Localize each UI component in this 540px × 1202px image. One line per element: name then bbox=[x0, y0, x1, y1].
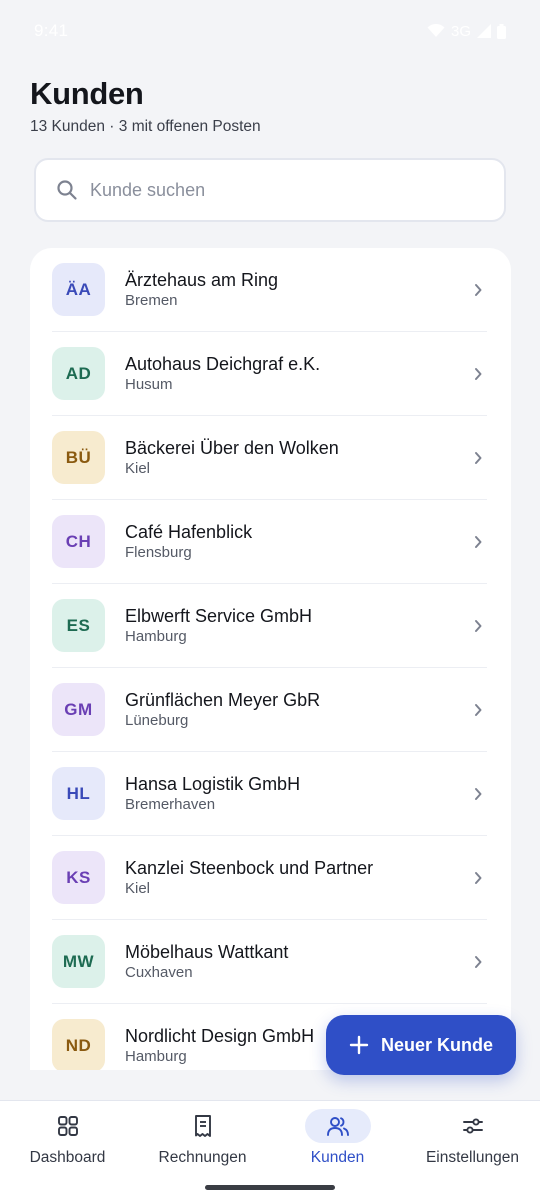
customer-text: Elbwerft Service GmbH Hamburg bbox=[125, 605, 312, 647]
receipt-icon bbox=[194, 1115, 211, 1137]
nav-label-kunden: Kunden bbox=[310, 1149, 365, 1166]
users-icon bbox=[326, 1117, 349, 1136]
nav-label-rechnungen: Rechnungen bbox=[158, 1149, 247, 1166]
plus-icon bbox=[349, 1035, 369, 1055]
customer-text: Möbelhaus Wattkant Cuxhaven bbox=[125, 941, 288, 983]
chevron-right-icon bbox=[475, 704, 482, 716]
status-bar: 9:41 3G bbox=[0, 0, 540, 62]
customer-city: Cuxhaven bbox=[125, 963, 193, 981]
customer-avatar: BÜ bbox=[52, 431, 105, 484]
chevron-right-icon bbox=[475, 452, 482, 464]
customer-avatar: GM bbox=[52, 683, 105, 736]
customer-name: Café Hafenblick bbox=[125, 521, 253, 542]
customer-city: Lüneburg bbox=[125, 711, 189, 729]
nav-pill bbox=[440, 1109, 506, 1143]
nav-pill-active bbox=[304, 1109, 371, 1143]
nav-label-einstellungen: Einstellungen bbox=[425, 1149, 520, 1166]
customer-avatar: KS bbox=[52, 851, 105, 904]
customer-city: Bremen bbox=[125, 291, 178, 309]
status-time: 9:41 bbox=[34, 21, 69, 40]
customer-text: Bäckerei Über den Wolken Kiel bbox=[125, 437, 339, 479]
chevron-right-icon bbox=[475, 368, 482, 380]
customer-avatar: ND bbox=[52, 1019, 105, 1070]
chevron-right-icon bbox=[475, 872, 482, 884]
wifi-icon bbox=[427, 24, 445, 37]
page-title: Kunden bbox=[30, 76, 144, 111]
nav-label-dashboard: Dashboard bbox=[29, 1149, 106, 1166]
customer-row[interactable]: ÄA Ärztehaus am Ring Bremen bbox=[52, 248, 487, 332]
customer-row[interactable]: AD Autohaus Deichgraf e.K. Husum bbox=[52, 332, 487, 416]
customer-avatar: ES bbox=[52, 599, 105, 652]
customer-text: Café Hafenblick Flensburg bbox=[125, 521, 252, 563]
customer-text: Ärztehaus am Ring Bremen bbox=[125, 269, 278, 311]
nav-pill bbox=[170, 1109, 236, 1143]
nav-item-einstellungen[interactable]: Einstellungen bbox=[405, 1101, 540, 1181]
page-subtitle: 13 Kunden · 3 mit offenen Posten bbox=[30, 118, 261, 135]
nav-item-kunden[interactable]: Kunden bbox=[270, 1101, 405, 1181]
signal-icon bbox=[477, 24, 491, 38]
customer-avatar: HL bbox=[52, 767, 105, 820]
home-indicator bbox=[205, 1185, 335, 1190]
new-customer-label: Neuer Kunde bbox=[380, 1034, 494, 1055]
status-icons: 3G bbox=[427, 23, 506, 40]
customer-avatar: MW bbox=[52, 935, 105, 988]
nav-pill bbox=[35, 1109, 101, 1143]
customer-name: Nordlicht Design GmbH bbox=[125, 1025, 315, 1046]
customer-text: Autohaus Deichgraf e.K. Husum bbox=[125, 353, 320, 395]
customer-text: Nordlicht Design GmbH Hamburg bbox=[125, 1025, 314, 1067]
search-input[interactable] bbox=[90, 179, 470, 201]
customer-name: Elbwerft Service GmbH bbox=[125, 605, 313, 626]
customer-city: Kiel bbox=[125, 879, 151, 897]
nav-item-dashboard[interactable]: Dashboard bbox=[0, 1101, 135, 1181]
search-box[interactable] bbox=[34, 158, 506, 222]
customer-name: Ärztehaus am Ring bbox=[125, 269, 279, 290]
customer-row[interactable]: ES Elbwerft Service GmbH Hamburg bbox=[52, 584, 487, 668]
customer-city: Flensburg bbox=[125, 543, 192, 561]
customer-avatar: AD bbox=[52, 347, 105, 400]
grid-icon bbox=[57, 1116, 78, 1136]
customer-text: Grünflächen Meyer GbR Lüneburg bbox=[125, 689, 320, 731]
customer-name: Kanzlei Steenbock und Partner bbox=[125, 857, 374, 878]
customer-name: Hansa Logistik GmbH bbox=[125, 773, 301, 794]
customer-name: Autohaus Deichgraf e.K. bbox=[125, 353, 321, 374]
customer-text: Hansa Logistik GmbH Bremerhaven bbox=[125, 773, 300, 815]
chevron-right-icon bbox=[475, 620, 482, 632]
customer-row[interactable]: MW Möbelhaus Wattkant Cuxhaven bbox=[52, 920, 487, 1004]
customer-city: Kiel bbox=[125, 459, 151, 477]
customer-name: Möbelhaus Wattkant bbox=[125, 941, 289, 962]
customer-row[interactable]: KS Kanzlei Steenbock und Partner Kiel bbox=[52, 836, 487, 920]
page-header: Kunden 13 Kunden · 3 mit offenen Posten bbox=[30, 76, 261, 136]
customer-avatar: CH bbox=[52, 515, 105, 568]
chevron-right-icon bbox=[475, 536, 482, 548]
customer-row[interactable]: CH Café Hafenblick Flensburg bbox=[52, 500, 487, 584]
customer-name: Bäckerei Über den Wolken bbox=[125, 437, 339, 458]
customer-city: Hamburg bbox=[125, 627, 187, 645]
customer-city: Husum bbox=[125, 375, 173, 393]
customer-text: Kanzlei Steenbock und Partner Kiel bbox=[125, 857, 373, 899]
chevron-right-icon bbox=[475, 284, 482, 296]
customer-row[interactable]: GM Grünflächen Meyer GbR Lüneburg bbox=[52, 668, 487, 752]
sliders-icon bbox=[462, 1118, 483, 1134]
network-type: 3G bbox=[450, 22, 471, 40]
customer-row[interactable]: HL Hansa Logistik GmbH Bremerhaven bbox=[52, 752, 487, 836]
customer-name: Grünflächen Meyer GbR bbox=[125, 689, 321, 710]
search-icon bbox=[57, 180, 77, 200]
customer-city: Hamburg bbox=[125, 1047, 187, 1065]
battery-icon bbox=[497, 23, 506, 39]
new-customer-button[interactable]: Neuer Kunde bbox=[326, 1015, 516, 1075]
customer-list: ÄA Ärztehaus am Ring Bremen AD Autohaus Deic… bbox=[30, 248, 511, 1070]
chevron-right-icon bbox=[475, 956, 482, 968]
customer-avatar: ÄA bbox=[52, 263, 105, 316]
chevron-right-icon bbox=[475, 788, 482, 800]
customer-row[interactable]: BÜ Bäckerei Über den Wolken Kiel bbox=[52, 416, 487, 500]
nav-item-rechnungen[interactable]: Rechnungen bbox=[135, 1101, 270, 1181]
customer-city: Bremerhaven bbox=[125, 795, 216, 813]
